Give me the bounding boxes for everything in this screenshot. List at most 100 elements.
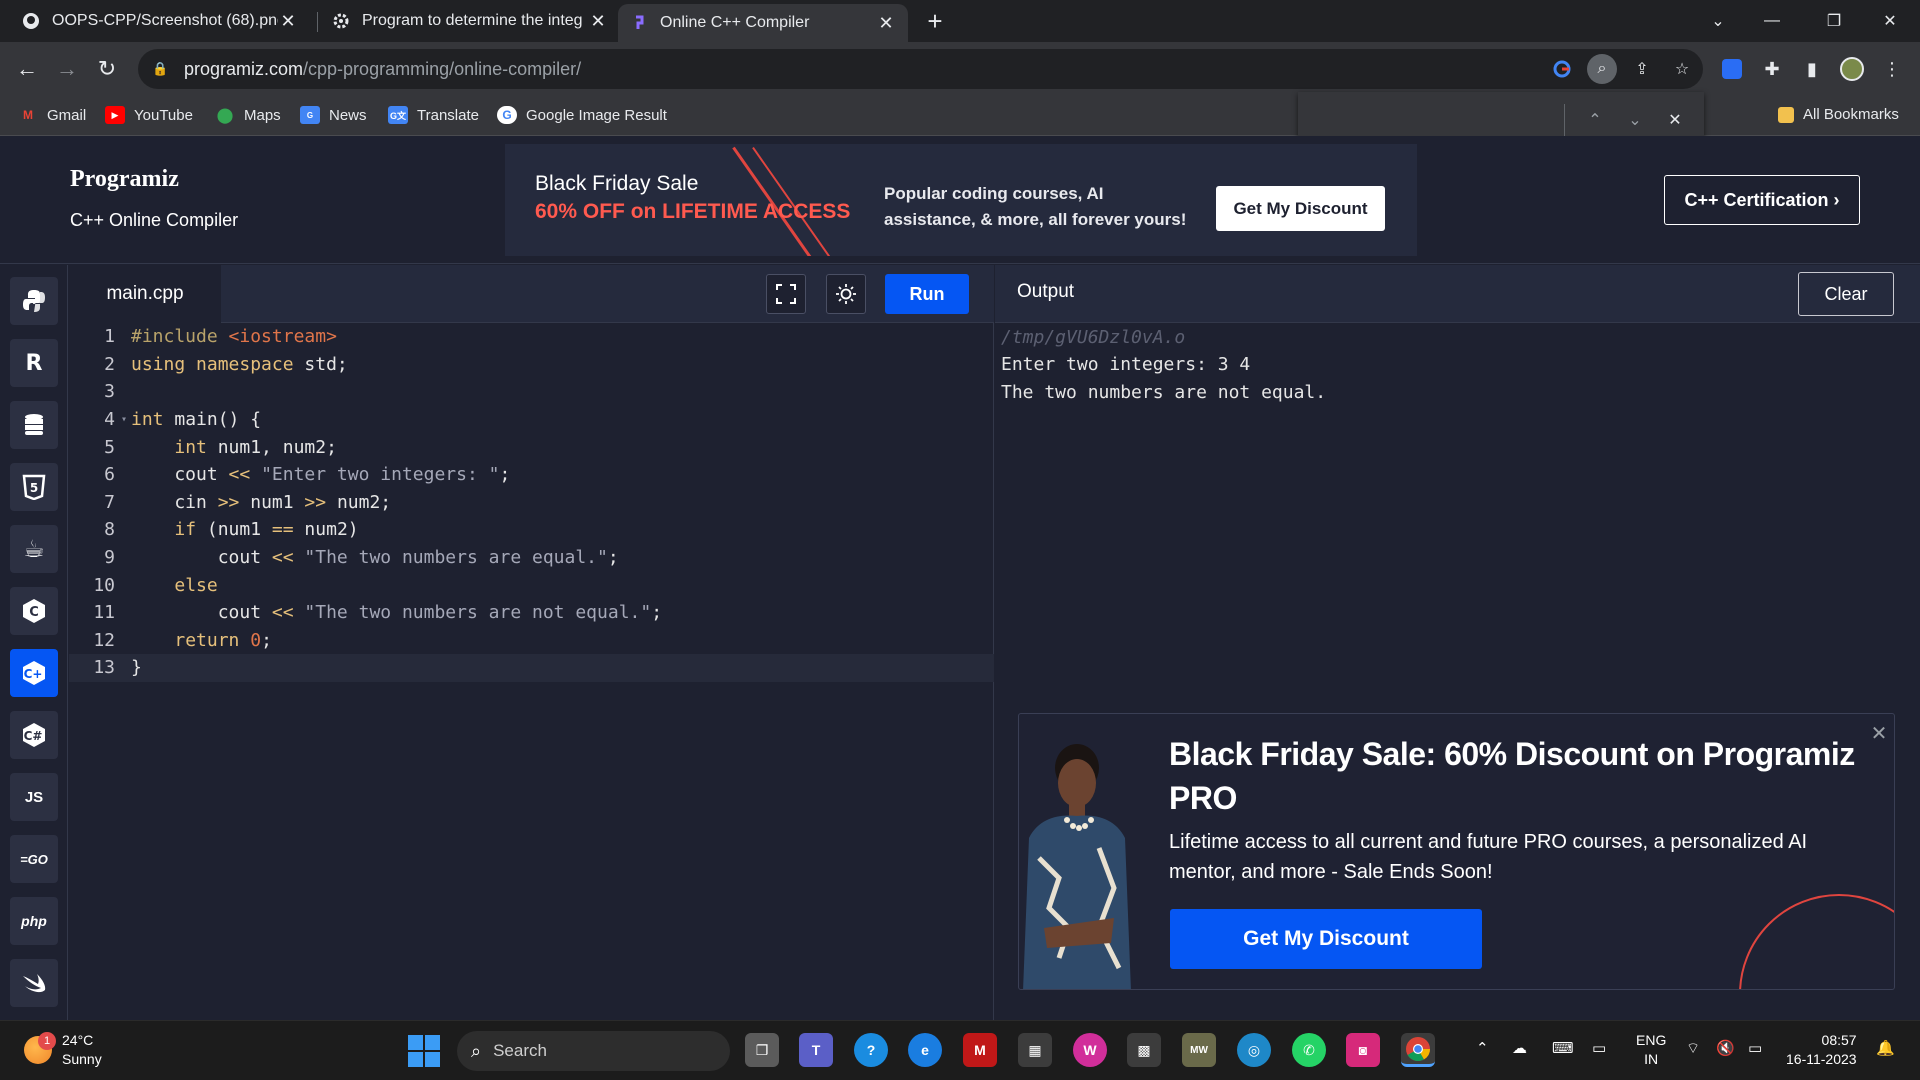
code-area[interactable]: 1 #include <iostream> 2 using namespace std… [69, 323, 994, 682]
speaker-muted-icon[interactable]: 🔇 [1716, 1039, 1735, 1057]
lang-c-icon[interactable]: C [10, 587, 58, 635]
code-line[interactable]: 5 int num1, num2; [69, 433, 994, 461]
chrome-icon[interactable] [1401, 1033, 1435, 1067]
code-line[interactable]: 12 return 0; [69, 627, 994, 655]
lang-python-icon[interactable] [10, 277, 58, 325]
code-line[interactable]: 2 using namespace std; [69, 351, 994, 379]
edge-icon[interactable]: e [908, 1033, 942, 1067]
close-tab-icon[interactable]: ✕ [588, 11, 608, 32]
close-window-icon[interactable]: ✕ [1866, 0, 1914, 42]
tab-online-cpp-compiler[interactable]: Online C++ Compiler ✕ [618, 4, 908, 42]
folder-icon [1778, 106, 1794, 123]
reload-icon[interactable]: ↻ [92, 54, 122, 84]
lang-sql-icon[interactable] [10, 401, 58, 449]
taskbar-search-box[interactable]: ⌕ Search [457, 1031, 730, 1071]
onedrive-cloud-icon[interactable]: ☁ [1512, 1039, 1527, 1057]
grid-app-icon[interactable]: ▩ [1127, 1033, 1161, 1067]
black-friday-banner[interactable]: Black Friday Sale 60% OFF on LIFETIME AC… [505, 144, 1417, 256]
bookmark-gmail[interactable]: M Gmail [18, 106, 86, 124]
clear-button[interactable]: Clear [1798, 272, 1894, 316]
mcafee-icon[interactable]: M [963, 1033, 997, 1067]
code-text: return 0; [174, 629, 272, 651]
lang-go-icon[interactable]: =GO [10, 835, 58, 883]
wifi-icon[interactable]: ⌔ [1686, 1039, 1700, 1058]
lang-csharp-icon[interactable]: C# [10, 711, 58, 759]
restore-icon[interactable]: ❐ [1810, 0, 1858, 42]
lang-php-icon[interactable]: php [10, 897, 58, 945]
find-previous-icon[interactable]: ⌃ [1581, 106, 1609, 134]
code-line[interactable]: 8 if (num1 == num2) [69, 516, 994, 544]
close-tab-icon[interactable]: ✕ [278, 11, 298, 32]
lang-cpp-icon[interactable]: C+ [10, 649, 58, 697]
edge-dev-icon[interactable]: ◎ [1237, 1033, 1271, 1067]
tab-program-integer[interactable]: Program to determine the integ ✕ [320, 0, 620, 42]
weather-widget[interactable]: 1 24°C Sunny [24, 1031, 102, 1069]
new-tab-button[interactable]: + [920, 6, 950, 36]
wps-office-icon[interactable]: W [1073, 1033, 1107, 1067]
code-line[interactable]: 4 ▾ int main() { [69, 406, 994, 434]
find-next-icon[interactable]: ⌄ [1621, 106, 1649, 134]
input-language-indicator[interactable]: ENG IN [1636, 1031, 1666, 1069]
code-line[interactable]: 3 [69, 378, 994, 406]
keyboard-icon[interactable]: ⌨ [1552, 1039, 1574, 1057]
microsoft-store-icon[interactable]: ▦ [1018, 1033, 1052, 1067]
theme-toggle-sun-icon[interactable] [826, 274, 866, 314]
code-line[interactable]: 6 cout << "Enter two integers: "; [69, 461, 994, 489]
battery-icon[interactable]: ▭ [1748, 1039, 1762, 1057]
bookmark-translate[interactable]: G文 Translate [388, 106, 479, 124]
fold-arrow-icon[interactable]: ▾ [117, 414, 131, 425]
promo-close-icon[interactable]: ✕ [1869, 724, 1889, 744]
lang-java-icon[interactable]: ☕ [10, 525, 58, 573]
code-line[interactable]: 10 else [69, 571, 994, 599]
code-line[interactable]: 11 cout << "The two numbers are not equa… [69, 599, 994, 627]
help-app-icon[interactable]: ? [854, 1033, 888, 1067]
task-view-icon[interactable]: ❐ [745, 1033, 779, 1067]
forward-arrow-icon[interactable]: → [52, 54, 82, 84]
extension-blue-icon[interactable] [1717, 54, 1747, 84]
all-bookmarks[interactable]: All Bookmarks [1778, 106, 1899, 123]
zoom-search-icon[interactable]: ⌕ [1587, 54, 1617, 84]
code-line[interactable]: 1 #include <iostream> [69, 323, 994, 351]
bookmark-star-icon[interactable]: ☆ [1667, 54, 1697, 84]
tab-github-screenshot[interactable]: OOPS-CPP/Screenshot (68).png ✕ [10, 0, 310, 42]
bookmark-google-image-result[interactable]: G Google Image Result [497, 106, 667, 124]
tab-search-chevron-icon[interactable]: ⌄ [1694, 0, 1742, 42]
bookmark-news[interactable]: G News [300, 106, 367, 124]
show-hidden-icons-chevron-icon[interactable]: ⌃ [1476, 1039, 1489, 1057]
notifications-bell-icon[interactable]: 🔔 [1876, 1039, 1895, 1057]
close-tab-icon[interactable]: ✕ [876, 13, 896, 34]
teams-icon[interactable]: T [799, 1033, 833, 1067]
bookmark-maps[interactable]: ⬤ Maps [215, 106, 281, 125]
windows-start-icon[interactable] [408, 1035, 440, 1067]
file-tab-main-cpp[interactable]: main.cpp [69, 265, 221, 323]
side-panel-icon[interactable]: ▮ [1797, 54, 1827, 84]
back-arrow-icon[interactable]: ← [12, 54, 42, 84]
banner-get-discount-button[interactable]: Get My Discount [1216, 186, 1385, 231]
lang-javascript-icon[interactable]: JS [10, 773, 58, 821]
display-icon[interactable]: ▭ [1592, 1039, 1606, 1057]
fullscreen-icon[interactable] [766, 274, 806, 314]
google-lens-icon[interactable] [1547, 54, 1577, 84]
code-line[interactable]: 7 cin >> num1 >> num2; [69, 489, 994, 517]
mw-app-icon[interactable]: MW [1182, 1033, 1216, 1067]
lang-html-icon[interactable]: 5 [10, 463, 58, 511]
minimize-icon[interactable]: — [1748, 0, 1796, 42]
code-line[interactable]: 9 cout << "The two numbers are equal."; [69, 544, 994, 572]
system-clock[interactable]: 08:57 16-11-2023 [1786, 1031, 1857, 1069]
lang-r-icon[interactable]: R [10, 339, 58, 387]
programiz-logo[interactable]: Programiz [70, 166, 179, 193]
cpp-certification-button[interactable]: C++ Certification › [1664, 175, 1860, 225]
browser-menu-icon[interactable]: ⋮ [1877, 54, 1907, 84]
find-close-icon[interactable]: ✕ [1661, 106, 1689, 134]
code-line[interactable]: 13} [69, 654, 994, 682]
lang-swift-icon[interactable] [10, 959, 58, 1007]
share-icon[interactable]: ⇪ [1627, 54, 1657, 84]
run-button[interactable]: Run [885, 274, 969, 314]
whatsapp-icon[interactable]: ✆ [1292, 1033, 1326, 1067]
profile-avatar[interactable] [1837, 54, 1867, 84]
extensions-puzzle-icon[interactable]: ✚ [1757, 54, 1787, 84]
promo-get-discount-button[interactable]: Get My Discount [1170, 909, 1482, 969]
bookmark-youtube[interactable]: ▶ YouTube [105, 106, 193, 124]
instagram-icon[interactable]: ◙ [1346, 1033, 1380, 1067]
url-bar[interactable]: 🔒 programiz.com/cpp-programming/online-c… [138, 49, 1703, 89]
